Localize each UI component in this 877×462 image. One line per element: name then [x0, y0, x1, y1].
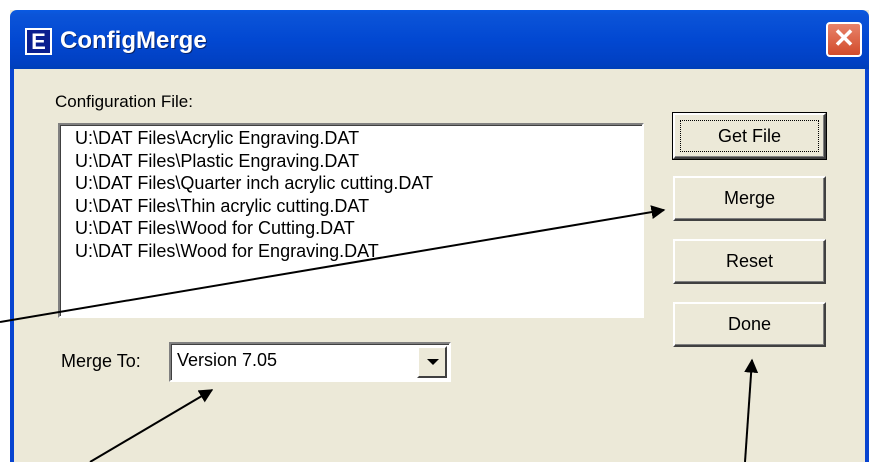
- list-item[interactable]: U:\DAT Files\Wood for Cutting.DAT: [75, 217, 642, 240]
- merge-to-select[interactable]: Version 7.05: [169, 342, 451, 382]
- configuration-file-label: Configuration File:: [55, 92, 193, 111]
- configmerge-window: E ConfigMerge ✕ Configuration File: U:\D…: [10, 10, 869, 462]
- app-e-icon: E: [25, 28, 52, 55]
- dropdown-button[interactable]: [417, 346, 447, 378]
- reset-button[interactable]: Reset: [673, 239, 826, 284]
- window-frame-right: [865, 69, 869, 462]
- list-item[interactable]: U:\DAT Files\Plastic Engraving.DAT: [75, 150, 642, 173]
- get-file-button[interactable]: Get File: [672, 112, 827, 160]
- list-item[interactable]: U:\DAT Files\Wood for Engraving.DAT: [75, 240, 642, 263]
- merge-to-label: Merge To:: [61, 351, 141, 371]
- get-file-label: Get File: [680, 120, 819, 152]
- done-button[interactable]: Done: [673, 302, 826, 347]
- merge-to-selected-value: Version 7.05: [177, 350, 278, 370]
- list-item[interactable]: U:\DAT Files\Acrylic Engraving.DAT: [75, 127, 642, 150]
- chevron-down-icon: [427, 359, 439, 365]
- title-bar[interactable]: E ConfigMerge ✕: [10, 10, 869, 69]
- window-title: ConfigMerge: [60, 27, 207, 54]
- list-item[interactable]: U:\DAT Files\Quarter inch acrylic cuttin…: [75, 172, 642, 195]
- close-icon: ✕: [833, 23, 855, 53]
- merge-button[interactable]: Merge: [673, 176, 826, 221]
- close-button[interactable]: ✕: [826, 22, 862, 57]
- list-item[interactable]: U:\DAT Files\Thin acrylic cutting.DAT: [75, 195, 642, 218]
- configuration-file-list[interactable]: U:\DAT Files\Acrylic Engraving.DAT U:\DA…: [58, 123, 644, 318]
- window-frame-left: [10, 69, 14, 462]
